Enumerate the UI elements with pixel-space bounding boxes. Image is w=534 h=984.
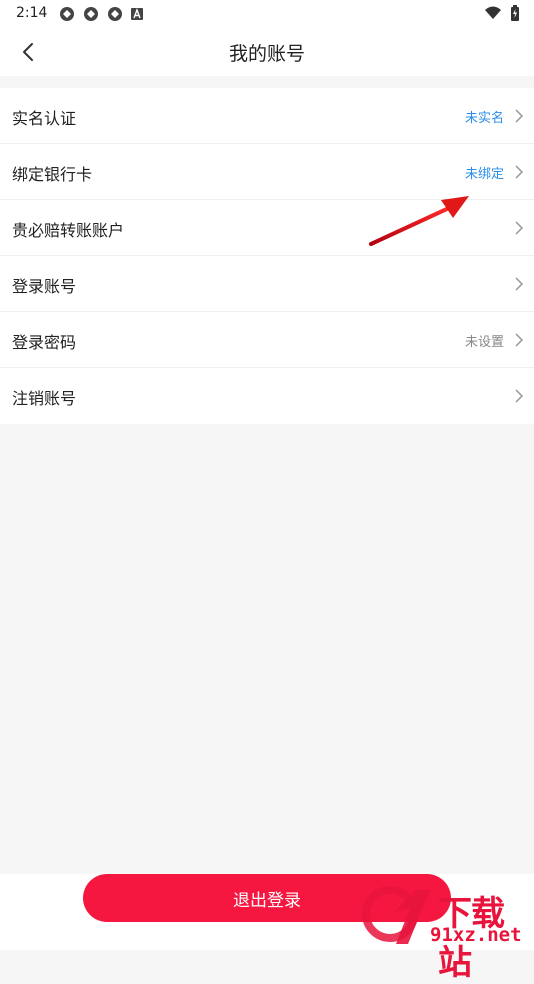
status-time: 2:14 <box>16 5 48 21</box>
status-bar: 2:14 <box>0 0 534 28</box>
site-watermark: 下载站 91xz.net <box>360 882 534 983</box>
watermark-site: 91xz.net <box>430 924 522 946</box>
row-label: 登录账号 <box>12 277 77 296</box>
chevron-right-icon <box>515 333 524 347</box>
sync-icon <box>60 7 74 21</box>
sync-icon <box>108 7 122 21</box>
row-login-account[interactable]: 登录账号 <box>0 256 534 312</box>
page-title: 我的账号 <box>228 43 305 65</box>
row-login-password[interactable]: 登录密码 未设置 <box>0 312 534 368</box>
app-header: 我的账号 <box>0 28 534 76</box>
a-badge-icon <box>131 8 143 20</box>
watermark-logo-icon <box>362 886 430 944</box>
status-notification-icons <box>58 6 144 22</box>
chevron-right-icon <box>515 389 524 403</box>
logout-button-label: 退出登录 <box>233 890 301 911</box>
annotation-arrow-icon <box>369 196 469 246</box>
row-label: 贵必赔转账账户 <box>12 221 125 240</box>
chevron-right-icon <box>515 221 524 235</box>
account-settings-list: 实名认证 未实名 绑定银行卡 未绑定 贵必赔转账账户 登录账号 登录密码 未设置… <box>0 88 534 424</box>
row-label: 注销账号 <box>12 389 77 408</box>
chevron-right-icon <box>515 165 524 179</box>
row-real-name-verification[interactable]: 实名认证 未实名 <box>0 88 534 144</box>
wifi-icon <box>485 6 501 19</box>
row-status-value: 未绑定 <box>464 167 504 182</box>
chevron-right-icon <box>515 277 524 291</box>
row-status-value: 未实名 <box>464 111 504 126</box>
row-label: 登录密码 <box>12 333 77 352</box>
row-label: 实名认证 <box>12 109 77 128</box>
row-cancel-account[interactable]: 注销账号 <box>0 368 534 424</box>
battery-icon <box>511 5 519 21</box>
status-system-icons <box>484 5 520 21</box>
row-status-value: 未设置 <box>464 335 504 350</box>
sync-icon <box>84 7 98 21</box>
chevron-right-icon <box>515 109 524 123</box>
row-label: 绑定银行卡 <box>12 165 93 184</box>
